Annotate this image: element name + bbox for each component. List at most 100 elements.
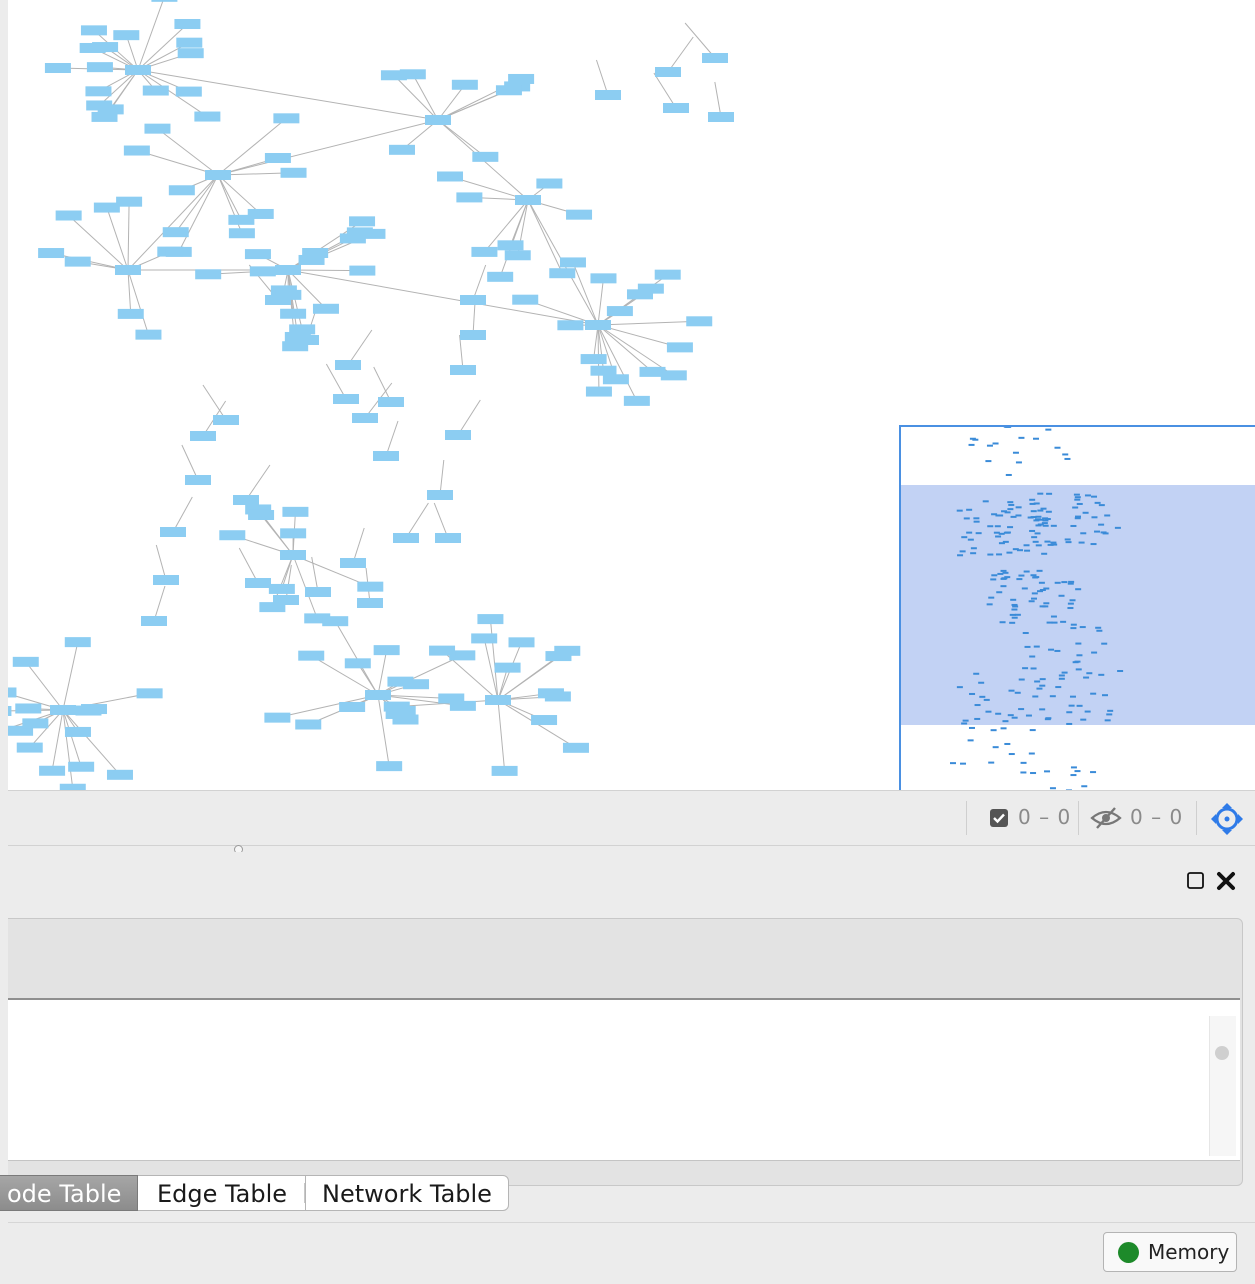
- network-node[interactable]: [219, 530, 245, 540]
- network-node[interactable]: [75, 706, 101, 716]
- network-node[interactable]: [585, 320, 611, 330]
- network-node[interactable]: [339, 702, 365, 712]
- network-node[interactable]: [68, 762, 94, 772]
- network-node[interactable]: [603, 374, 629, 384]
- network-node[interactable]: [176, 38, 202, 48]
- network-node[interactable]: [496, 85, 522, 95]
- network-node[interactable]: [118, 309, 144, 319]
- network-node[interactable]: [166, 247, 192, 257]
- tab-network-table[interactable]: Network Table: [305, 1175, 509, 1211]
- network-node[interactable]: [298, 651, 324, 661]
- network-node[interactable]: [56, 211, 82, 221]
- network-node[interactable]: [229, 228, 255, 238]
- network-node[interactable]: [509, 637, 535, 647]
- network-node[interactable]: [392, 715, 418, 725]
- network-node[interactable]: [213, 415, 239, 425]
- network-node[interactable]: [538, 688, 564, 698]
- network-node[interactable]: [485, 695, 511, 705]
- network-node[interactable]: [549, 268, 575, 278]
- network-node[interactable]: [536, 179, 562, 189]
- network-node[interactable]: [280, 309, 306, 319]
- network-node[interactable]: [153, 575, 179, 585]
- network-node[interactable]: [135, 330, 161, 340]
- network-node[interactable]: [349, 216, 375, 226]
- network-node[interactable]: [178, 48, 204, 58]
- network-node[interactable]: [8, 687, 16, 697]
- network-node[interactable]: [345, 658, 371, 668]
- network-node[interactable]: [477, 614, 503, 624]
- network-node[interactable]: [295, 720, 321, 730]
- network-node[interactable]: [98, 104, 124, 114]
- network-node[interactable]: [545, 651, 571, 661]
- network-node[interactable]: [39, 766, 65, 776]
- network-node[interactable]: [460, 330, 486, 340]
- network-node[interactable]: [169, 185, 195, 195]
- network-node[interactable]: [163, 227, 189, 237]
- network-node[interactable]: [65, 637, 91, 647]
- network-node[interactable]: [281, 168, 307, 178]
- network-node[interactable]: [495, 663, 521, 673]
- network-node[interactable]: [340, 558, 366, 568]
- network-node[interactable]: [595, 90, 621, 100]
- network-node[interactable]: [273, 113, 299, 123]
- network-node[interactable]: [305, 587, 331, 597]
- network-node[interactable]: [512, 295, 538, 305]
- network-node[interactable]: [228, 215, 254, 225]
- fit-content-icon[interactable]: [1209, 802, 1245, 836]
- network-node[interactable]: [357, 598, 383, 608]
- network-node[interactable]: [471, 247, 497, 257]
- network-node[interactable]: [107, 770, 133, 780]
- network-node[interactable]: [85, 86, 111, 96]
- network-node[interactable]: [269, 584, 295, 594]
- network-node[interactable]: [265, 153, 291, 163]
- network-node[interactable]: [13, 657, 39, 667]
- network-node[interactable]: [425, 115, 451, 125]
- network-node[interactable]: [607, 306, 633, 316]
- network-node[interactable]: [143, 86, 169, 96]
- network-node[interactable]: [113, 30, 139, 40]
- network-node[interactable]: [624, 396, 650, 406]
- maximize-icon[interactable]: [1184, 869, 1208, 893]
- network-node[interactable]: [365, 690, 391, 700]
- network-node[interactable]: [185, 475, 211, 485]
- network-node[interactable]: [205, 170, 231, 180]
- network-node[interactable]: [450, 365, 476, 375]
- network-node[interactable]: [335, 360, 361, 370]
- network-node[interactable]: [144, 124, 170, 134]
- network-node[interactable]: [376, 761, 402, 771]
- network-node[interactable]: [456, 192, 482, 202]
- network-node[interactable]: [702, 53, 728, 63]
- network-node[interactable]: [87, 62, 113, 72]
- network-node[interactable]: [8, 706, 11, 716]
- network-canvas[interactable]: [8, 0, 1255, 790]
- network-node[interactable]: [427, 490, 453, 500]
- network-node[interactable]: [638, 284, 664, 294]
- network-node[interactable]: [137, 688, 163, 698]
- network-node[interactable]: [17, 743, 43, 753]
- network-node[interactable]: [498, 240, 524, 250]
- network-node[interactable]: [176, 87, 202, 97]
- network-node[interactable]: [245, 578, 271, 588]
- network-node[interactable]: [141, 616, 167, 626]
- network-node[interactable]: [393, 533, 419, 543]
- network-node[interactable]: [38, 248, 64, 258]
- network-node[interactable]: [248, 510, 274, 520]
- network-node[interactable]: [275, 265, 301, 275]
- network-node[interactable]: [452, 80, 478, 90]
- network-node[interactable]: [590, 273, 616, 283]
- network-node[interactable]: [563, 743, 589, 753]
- network-node[interactable]: [590, 366, 616, 376]
- network-node[interactable]: [403, 679, 429, 689]
- network-node[interactable]: [245, 249, 271, 259]
- network-node[interactable]: [557, 320, 583, 330]
- network-node[interactable]: [581, 354, 607, 364]
- network-node[interactable]: [378, 397, 404, 407]
- network-node[interactable]: [384, 702, 410, 712]
- network-node[interactable]: [250, 266, 276, 276]
- scrollbar[interactable]: [1209, 1016, 1236, 1156]
- table-body[interactable]: [8, 998, 1240, 1161]
- network-node[interactable]: [94, 203, 120, 213]
- network-node[interactable]: [322, 616, 348, 626]
- network-node[interactable]: [586, 387, 612, 397]
- network-node[interactable]: [505, 250, 531, 260]
